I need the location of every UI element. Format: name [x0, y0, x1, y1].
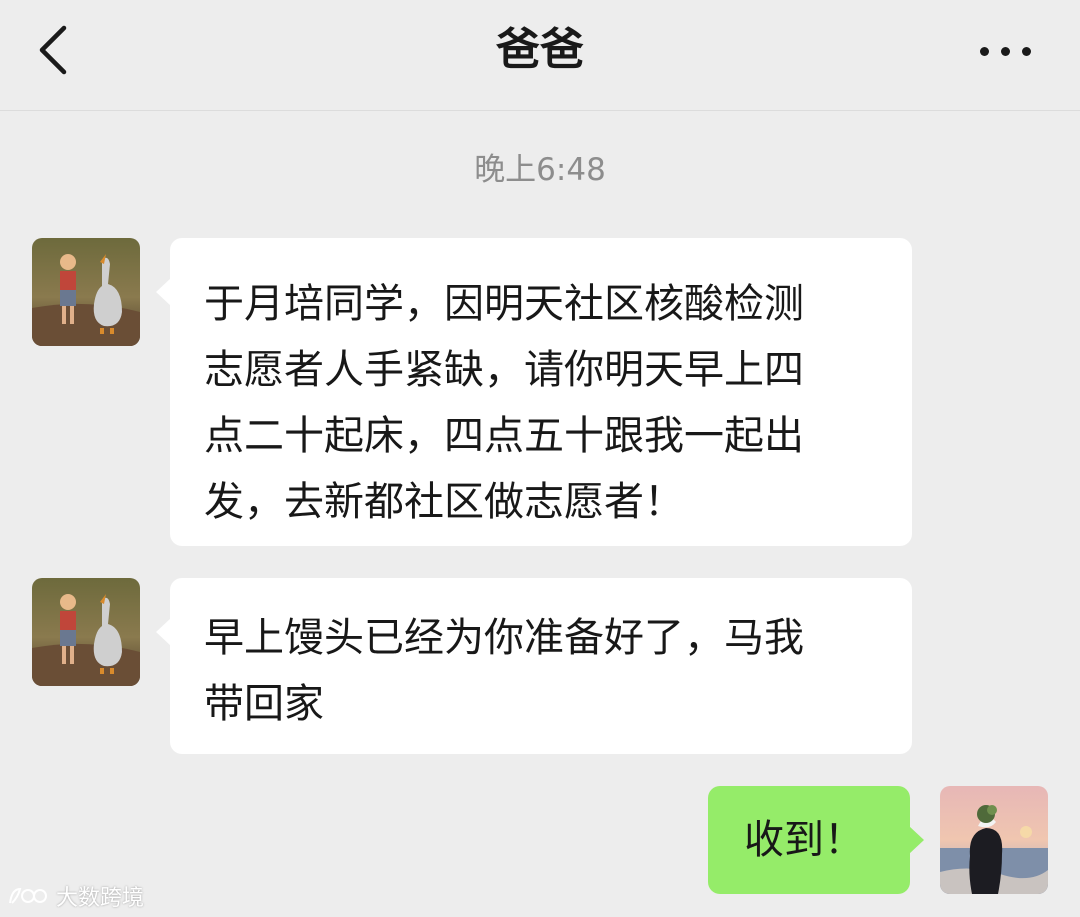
message-text-line: 于月培同学，因明天社区核酸检测: [204, 281, 804, 327]
message-text-line: 早上馒头已经为你准备好了，马我: [204, 615, 804, 661]
more-dots-icon-dot: [1022, 47, 1031, 56]
message-timestamp: 晚上6:48: [474, 152, 606, 188]
message-text-line: 收到！: [744, 817, 864, 863]
message-text-line: 志愿者人手紧缺，请你明天早上四: [204, 347, 804, 393]
watermark-logo-icon: [9, 887, 47, 904]
contact-avatar[interactable]: [32, 578, 140, 686]
watermark: 大数跨境: [6, 878, 144, 914]
chat-header: 爸爸: [0, 0, 1080, 111]
message-bubble[interactable]: 于月培同学，因明天社区核酸检测 志愿者人手紧缺，请你明天早上四 点二十起床，四点…: [156, 238, 912, 546]
bubble-tail: [909, 826, 924, 854]
more-dots-icon: [980, 47, 989, 56]
back-button[interactable]: [28, 18, 88, 82]
contact-avatar[interactable]: [32, 238, 140, 346]
chevron-left-icon: [39, 25, 67, 75]
more-options-button[interactable]: [970, 26, 1042, 78]
message-text-line: 带回家: [204, 681, 324, 727]
chat-title: 爸爸: [496, 24, 584, 75]
watermark-text: 大数跨境: [56, 886, 145, 911]
message-text-line: 点二十起床，四点五十跟我一起出: [204, 413, 804, 459]
more-dots-icon-dot: [1001, 47, 1010, 56]
message-bubble[interactable]: 早上馒头已经为你准备好了，马我 带回家: [156, 578, 912, 754]
message-text-line: 发，去新都社区做志愿者！: [204, 479, 684, 525]
bubble-tail: [156, 618, 171, 646]
bubble-tail: [156, 278, 171, 306]
message-bubble-outgoing[interactable]: 收到！: [708, 786, 924, 894]
user-avatar[interactable]: [940, 786, 1048, 894]
